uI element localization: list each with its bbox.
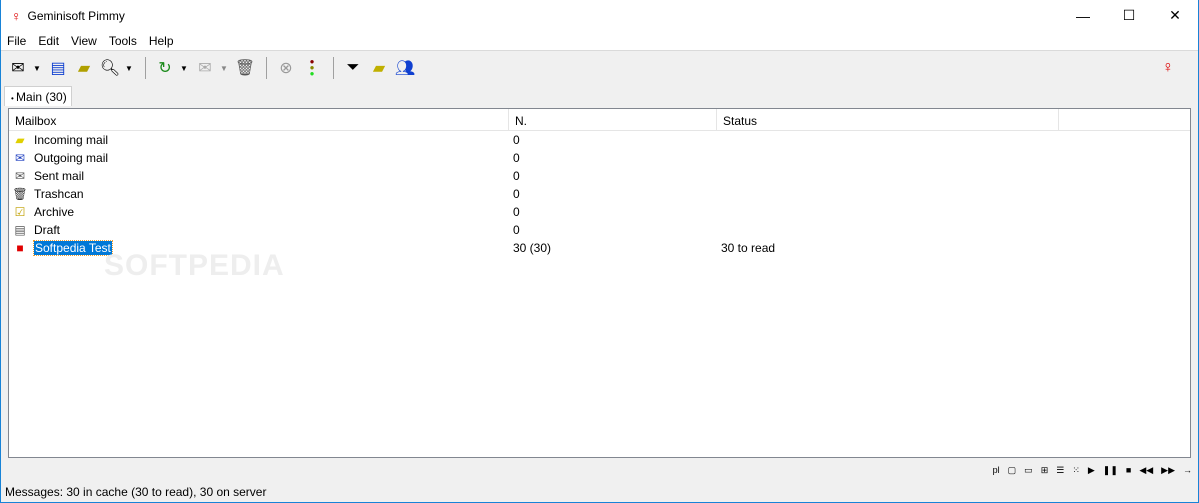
mailbox-name: Sent mail	[34, 169, 85, 183]
dots-icon[interactable]: ⁙	[1072, 465, 1080, 476]
menu-file[interactable]: File	[1, 34, 32, 48]
mailbox-name: Incoming mail	[34, 133, 109, 147]
mailbox-name: Trashcan	[34, 187, 84, 201]
stop-icon[interactable]: ■	[1126, 465, 1131, 475]
filter-icon[interactable]: ⏷	[341, 56, 365, 80]
forward-icon[interactable]: ▶▶	[1161, 465, 1175, 476]
window-title: Geminisoft Pimmy	[27, 8, 125, 23]
mailbox-name: Outgoing mail	[34, 151, 109, 165]
trash-icon: 🗑︎	[12, 187, 28, 201]
stop-icon[interactable]: ⊗	[274, 56, 298, 80]
open-folder-icon[interactable]: ▰	[72, 56, 96, 80]
bottom-toolbar: pl ▢ ▭ ⊞ ☰ ⁙ ▶ ❚❚ ■ ◀◀ ▶▶ →	[993, 460, 1192, 480]
app-icon: ♀	[11, 7, 22, 24]
list-header: Mailbox N. Status	[9, 109, 1190, 131]
mailbox-status: 30 to read	[721, 241, 776, 255]
mailbox-name: Softpedia Test	[33, 240, 113, 256]
table-row[interactable]: 🗑︎ Trashcan 0	[9, 185, 1190, 203]
mailbox-count: 0	[513, 187, 520, 201]
divider	[333, 57, 334, 79]
app-logo-icon: ♀	[1162, 59, 1174, 76]
table-row[interactable]: ✉ Sent mail 0	[9, 167, 1190, 185]
new-mail-icon[interactable]: ✉	[6, 56, 30, 80]
table-row[interactable]: ✉ Outgoing mail 0	[9, 149, 1190, 167]
divider	[145, 57, 146, 79]
arrow-right-icon[interactable]: →	[1183, 465, 1192, 475]
play-icon[interactable]: ▶	[1088, 465, 1095, 476]
mailbox-name: Archive	[34, 205, 75, 219]
watermark: SOFTPEDIA	[104, 249, 285, 282]
menu-view[interactable]: View	[65, 34, 103, 48]
list-icon[interactable]: ☰	[1056, 465, 1064, 476]
column-n[interactable]: N.	[509, 109, 717, 130]
mailbox-count: 30 (30)	[513, 241, 552, 255]
rewind-icon[interactable]: ◀◀	[1139, 465, 1153, 476]
minimize-button[interactable]: —	[1060, 0, 1106, 31]
new-doc-icon[interactable]: ▢	[1008, 465, 1017, 476]
status-bar: Messages: 30 in cache (30 to read), 30 o…	[5, 485, 267, 499]
pause-icon[interactable]: ❚❚	[1103, 465, 1118, 476]
folder-contacts-icon[interactable]: ▰	[367, 56, 391, 80]
tab-label: Main (30)	[16, 90, 67, 104]
menu-help[interactable]: Help	[143, 34, 180, 48]
chevron-down-icon[interactable]: ▼	[219, 64, 229, 73]
divider	[266, 57, 267, 79]
account-icon: ■	[16, 241, 24, 255]
outgoing-icon: ✉	[14, 151, 26, 165]
mailbox-name: Draft	[34, 223, 61, 237]
send-icon[interactable]: ✉	[193, 56, 217, 80]
address-book-icon[interactable]: ▤	[46, 56, 70, 80]
menu-bar: File Edit View Tools Help	[1, 31, 1198, 51]
chevron-down-icon[interactable]: ▼	[32, 64, 42, 73]
column-status[interactable]: Status	[717, 109, 1059, 130]
trash-icon[interactable]: 🗑︎	[233, 56, 257, 80]
traffic-light-icon[interactable]: ● ● ●	[300, 56, 324, 80]
tab-main[interactable]: • Main (30)	[4, 86, 72, 106]
search-icon[interactable]: 🔍︎	[98, 56, 122, 80]
mailbox-list: Mailbox N. Status ▰ Incoming mail 0 ✉ Outgoi…	[8, 108, 1191, 458]
sync-icon[interactable]: ↻	[153, 56, 177, 80]
pl-button[interactable]: pl	[993, 465, 1000, 475]
mailbox-count: 0	[513, 169, 520, 183]
folder-icon[interactable]: ▭	[1024, 465, 1033, 476]
title-bar: ♀ Geminisoft Pimmy — ☐ ✕	[1, 0, 1198, 31]
sent-icon: ✉	[14, 169, 26, 183]
maximize-button[interactable]: ☐	[1106, 0, 1152, 31]
mailbox-count: 0	[513, 133, 520, 147]
close-button[interactable]: ✕	[1152, 0, 1198, 31]
chevron-down-icon[interactable]: ▼	[124, 64, 134, 73]
toolbar: ✉ ▼ ▤ ▰ 🔍︎ ▼ ↻ ▼ ✉ ▼ 🗑︎ ⊗ ● ● ● ⏷ ▰ 👥︎ ♀	[1, 52, 1198, 84]
menu-tools[interactable]: Tools	[103, 34, 143, 48]
archive-icon: ☑	[14, 205, 26, 219]
add-doc-icon[interactable]: ⊞	[1041, 465, 1049, 476]
mailbox-count: 0	[513, 151, 520, 165]
table-row[interactable]: ▰ Incoming mail 0	[9, 131, 1190, 149]
users-icon[interactable]: 👥︎	[393, 56, 417, 80]
mailbox-count: 0	[513, 205, 520, 219]
chevron-down-icon[interactable]: ▼	[179, 64, 189, 73]
app-window: ♀ Geminisoft Pimmy — ☐ ✕ File Edit View …	[0, 0, 1199, 503]
menu-edit[interactable]: Edit	[32, 34, 65, 48]
mailbox-count: 0	[513, 223, 520, 237]
draft-icon: ▤	[14, 223, 26, 237]
table-row[interactable]: ☑ Archive 0	[9, 203, 1190, 221]
incoming-folder-icon: ▰	[15, 133, 25, 147]
column-mailbox[interactable]: Mailbox	[9, 109, 509, 130]
table-row[interactable]: ▤ Draft 0	[9, 221, 1190, 239]
